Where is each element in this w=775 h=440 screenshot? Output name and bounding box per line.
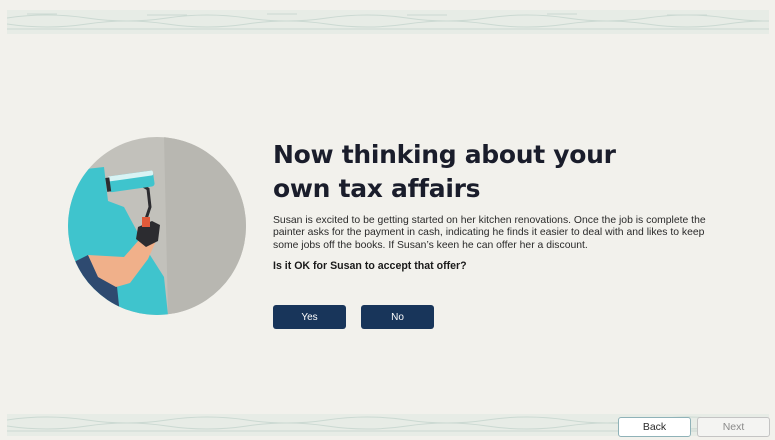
question-text: Is it OK for Susan to accept that offer? xyxy=(273,260,467,273)
wave-pattern xyxy=(7,13,769,30)
painter-illustration xyxy=(68,137,246,315)
top-decorative-band xyxy=(7,10,769,34)
slide-title: Now thinking about your own tax affairs xyxy=(273,140,616,203)
scenario-text: Susan is excited to be getting started o… xyxy=(273,215,706,251)
yes-button[interactable]: Yes xyxy=(273,305,346,329)
slide-content: Now thinking about your own tax affairs … xyxy=(273,138,723,329)
slide-page: Now thinking about your own tax affairs … xyxy=(0,0,775,440)
paint-roller-image xyxy=(68,137,246,315)
no-button[interactable]: No xyxy=(361,305,434,329)
answer-buttons: Yes No xyxy=(273,305,434,329)
back-button[interactable]: Back xyxy=(618,417,691,437)
next-button[interactable]: Next xyxy=(697,417,770,437)
